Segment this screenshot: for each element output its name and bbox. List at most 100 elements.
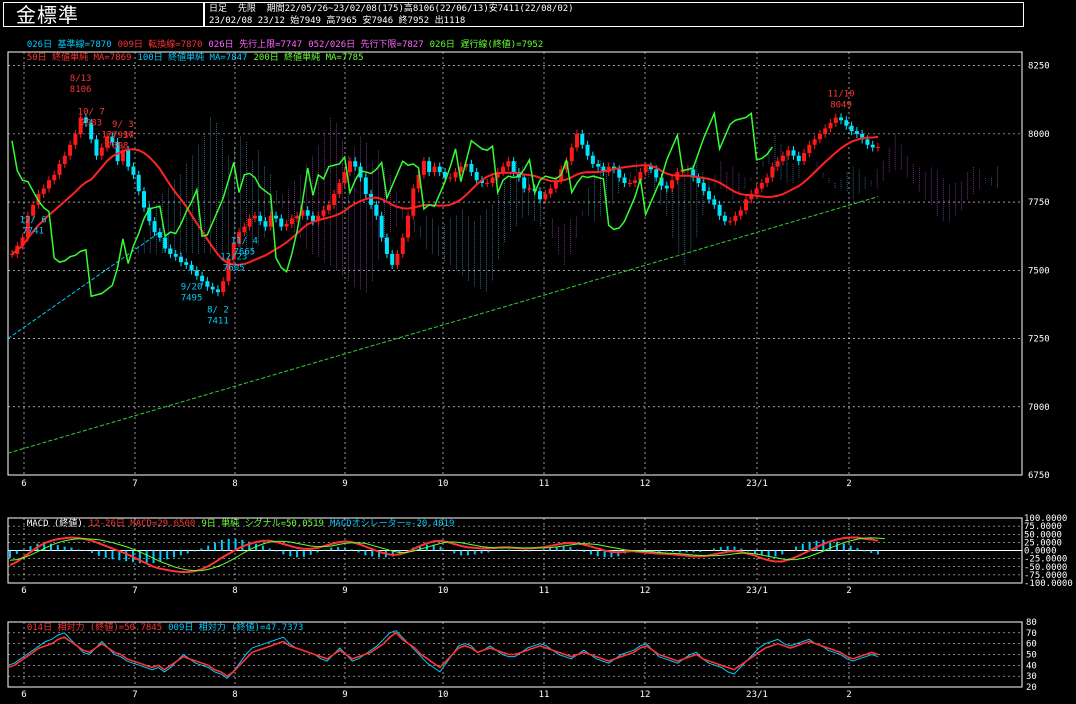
x-tick-label: 11 xyxy=(539,586,550,596)
candle-body xyxy=(770,166,775,178)
annotation-date: 10/ 7 xyxy=(78,108,105,118)
candle-body xyxy=(194,270,199,276)
candle-body xyxy=(743,199,748,211)
x-tick-label: 10 xyxy=(438,690,449,700)
candle-body xyxy=(347,161,352,173)
y-tick-label: 7750 xyxy=(1028,198,1050,208)
annotation-date: 9/20 xyxy=(181,283,203,293)
x-tick-label: 12 xyxy=(640,479,651,489)
candle-body xyxy=(765,177,770,183)
candle-body xyxy=(242,226,247,233)
candle-body xyxy=(94,139,99,156)
annotation-date: 12/ 14 xyxy=(101,131,134,141)
candle-body xyxy=(126,150,131,167)
x-tick-label: 8 xyxy=(232,586,237,596)
candle-body xyxy=(247,218,252,227)
x-tick-label: 12 xyxy=(640,690,651,700)
annotation-value: 7495 xyxy=(181,294,203,304)
annotation-date: 11/ 4 xyxy=(231,236,258,246)
candle-body xyxy=(258,215,263,222)
candle-body xyxy=(527,188,532,190)
y-tick-label: 40 xyxy=(1026,661,1037,671)
candle-body xyxy=(633,180,638,183)
x-tick-label: 23/1 xyxy=(746,690,768,700)
candle-body xyxy=(802,152,807,162)
x-tick-label: 8 xyxy=(232,479,237,489)
x-tick-label: 6 xyxy=(21,690,26,700)
annotation-value: 7741 xyxy=(22,227,44,237)
annotation-value: 7898 xyxy=(107,142,129,152)
candle-body xyxy=(664,185,669,189)
candle-body xyxy=(548,188,553,194)
y-tick-label: 20 xyxy=(1026,683,1037,693)
x-tick-label: 23/1 xyxy=(746,586,768,596)
annotation-value: 7605 xyxy=(223,264,245,274)
candle-body xyxy=(73,133,78,145)
annotation-value: 8106 xyxy=(70,85,92,95)
x-tick-label: 7 xyxy=(132,690,137,700)
y-tick-label: 7000 xyxy=(1028,403,1050,413)
candle-body xyxy=(46,180,51,189)
ma100-line xyxy=(7,231,161,339)
candle-body xyxy=(844,120,849,126)
candle-body xyxy=(168,248,173,254)
candle-body xyxy=(400,237,405,254)
x-tick-label: 2 xyxy=(846,586,851,596)
annotation-date: 8/13 xyxy=(70,74,92,84)
candle-body xyxy=(353,161,358,167)
candle-body xyxy=(421,161,426,175)
candle-body xyxy=(865,139,870,145)
x-tick-label: 7 xyxy=(132,479,137,489)
x-tick-label: 9 xyxy=(342,479,347,489)
candle-body xyxy=(52,174,57,181)
y-tick-label: 8000 xyxy=(1028,130,1050,140)
candle-body xyxy=(379,215,384,238)
candle-body xyxy=(876,146,880,148)
annotation-date: 9/ 3 xyxy=(112,120,134,130)
candle-body xyxy=(448,177,453,179)
candle-body xyxy=(622,177,627,183)
annotation-date: 12/ 6 xyxy=(20,216,47,226)
candle-body xyxy=(643,166,648,173)
x-tick-label: 8 xyxy=(232,690,237,700)
candle-body xyxy=(131,166,136,175)
candle-body xyxy=(210,286,215,290)
candle-body xyxy=(728,221,733,223)
candle-body xyxy=(342,172,347,183)
candle-body xyxy=(432,166,437,173)
candle-body xyxy=(511,161,516,173)
candle-body xyxy=(252,215,257,219)
candle-body xyxy=(812,139,817,145)
candle-body xyxy=(395,253,400,265)
candle-body xyxy=(62,155,67,164)
candle-body xyxy=(717,204,722,216)
candle-body xyxy=(522,177,527,189)
candle-body xyxy=(712,199,717,205)
x-tick-label: 11 xyxy=(539,479,550,489)
chart-canvas: 6 7 8 9 10 11 12 23/1 2 6 7 8 9 10 11 12 23/1 2 6 7 8 9 10 11 12… xyxy=(7,51,1073,700)
candle-body xyxy=(701,182,706,192)
candle-body xyxy=(580,133,585,145)
candle-body xyxy=(575,133,580,148)
candle-body xyxy=(786,150,791,156)
candle-body xyxy=(780,155,785,162)
y-tick-label: 50 xyxy=(1026,651,1037,661)
candle-body xyxy=(411,188,416,216)
candle-body xyxy=(585,144,590,156)
x-tick-label: 12 xyxy=(640,586,651,596)
y-tick-label: 60 xyxy=(1026,640,1037,650)
panel-frame xyxy=(7,51,1023,476)
candle-body xyxy=(305,210,310,216)
candle-body xyxy=(839,117,844,121)
candle-body xyxy=(152,221,157,233)
y-tick-label: 8250 xyxy=(1028,62,1050,72)
x-tick-label: 2 xyxy=(846,690,851,700)
candle-body xyxy=(453,172,458,178)
candle-body xyxy=(215,289,220,293)
candle-body xyxy=(596,163,601,167)
y-tick-label: 7500 xyxy=(1028,266,1050,276)
x-tick-label: 23/1 xyxy=(746,479,768,489)
candle-body xyxy=(538,191,543,200)
candle-body xyxy=(142,191,147,208)
candle-body xyxy=(337,182,342,194)
